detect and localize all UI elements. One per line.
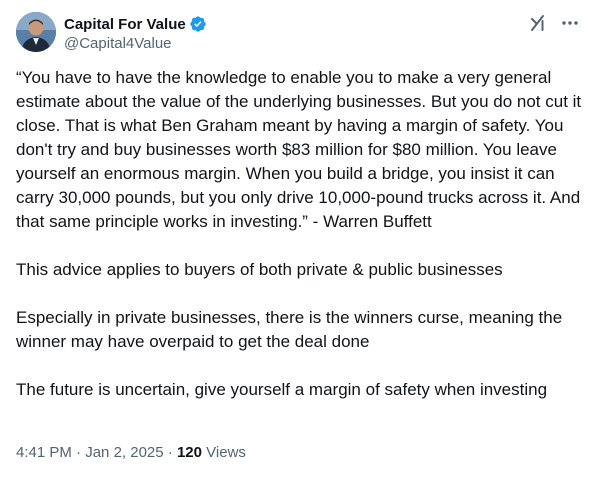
grok-icon[interactable] [528, 13, 548, 33]
verified-badge-icon[interactable] [189, 15, 207, 33]
tweet-paragraph-quote: “You have to have the knowledge to enabl… [16, 68, 582, 231]
tweet-paragraph-conclusion: The future is uncertain, give yourself a… [16, 380, 548, 399]
header-actions [528, 12, 580, 34]
display-name[interactable]: Capital For Value [64, 16, 186, 33]
more-options-icon[interactable] [560, 13, 580, 33]
tweet-paragraph-advice: This advice applies to buyers of both pr… [16, 260, 503, 279]
views-label: Views [202, 444, 246, 461]
avatar[interactable] [16, 12, 56, 52]
tweet-header: Capital For Value @Capital4Value [16, 12, 580, 56]
tweet-paragraph-winners-curse: Especially in private businesses, there … [16, 308, 563, 351]
views-count[interactable]: 120 [177, 444, 202, 461]
author-handle[interactable]: @Capital4Value [64, 35, 207, 52]
display-name-row: Capital For Value [64, 14, 207, 34]
tweet-card: Capital For Value @Capital4Value “You ha… [0, 0, 596, 477]
meta-separator-2: · [163, 444, 177, 461]
meta-separator: · [71, 444, 86, 461]
author-names: Capital For Value @Capital4Value [64, 14, 207, 52]
tweet-meta: 4:41 PM · Jan 2, 2025 · 120 Views [16, 444, 246, 461]
tweet-text: “You have to have the knowledge to enabl… [16, 66, 582, 402]
tweet-date[interactable]: Jan 2, 2025 [85, 444, 163, 461]
tweet-time[interactable]: 4:41 PM [16, 444, 72, 461]
